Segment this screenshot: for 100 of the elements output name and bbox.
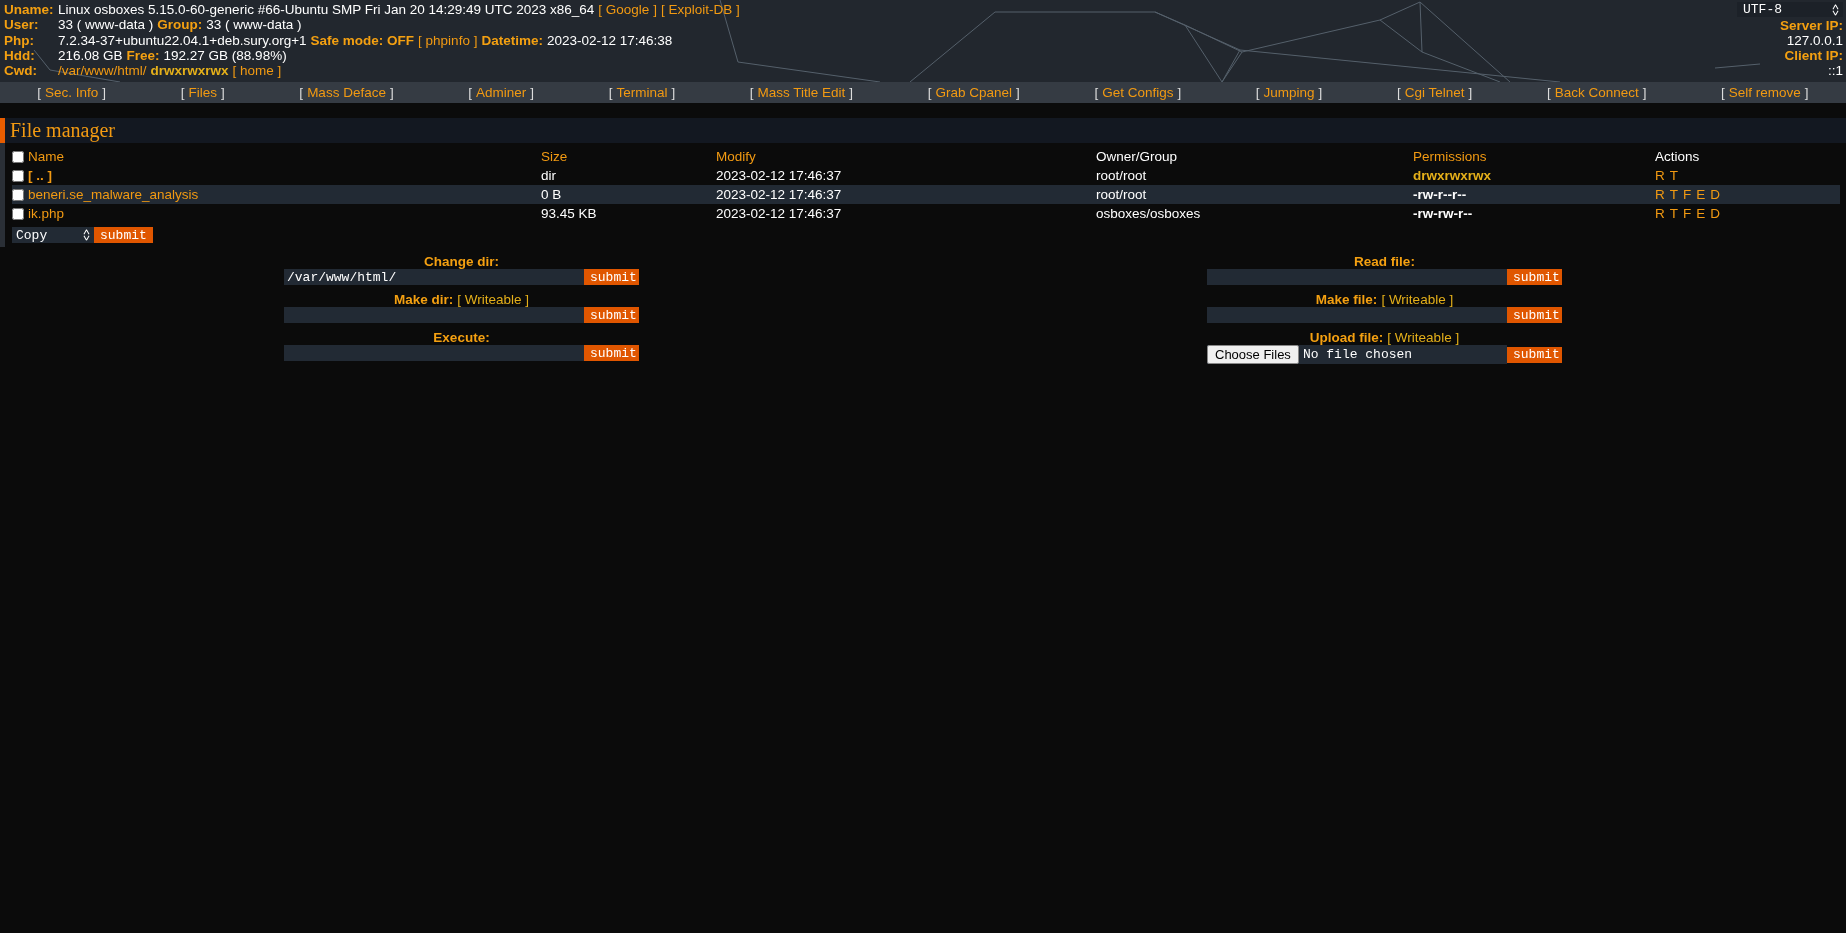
- header-link[interactable]: /var/www/html/: [58, 63, 147, 79]
- bracket-text: ]: [671, 85, 676, 100]
- action-select[interactable]: Copy: [12, 227, 94, 243]
- action-link[interactable]: D: [1710, 206, 1720, 221]
- menu-link[interactable]: Grab Cpanel: [935, 85, 1013, 100]
- submit-button[interactable]: submit: [1507, 307, 1562, 323]
- row-checkbox[interactable]: [12, 169, 24, 182]
- info-label: Php:: [4, 32, 35, 48]
- info-value: 33 ( www-data ): [58, 17, 154, 33]
- menu-link[interactable]: Adminer: [476, 85, 527, 100]
- writeable-link[interactable]: [ Writeable ]: [457, 292, 530, 307]
- file-input[interactable]: Choose Files No file chosen: [1207, 345, 1507, 364]
- column-header[interactable]: Permissions: [1413, 149, 1487, 164]
- menu-link[interactable]: Cgi Telnet: [1404, 85, 1465, 100]
- file-link[interactable]: ik.php: [28, 206, 65, 221]
- action-link[interactable]: R: [1655, 206, 1665, 221]
- header-link[interactable]: [ phpinfo ]: [418, 32, 478, 48]
- form-label: Make file:: [1315, 292, 1378, 307]
- action-link[interactable]: E: [1696, 187, 1706, 202]
- file-row[interactable]: beneri.se_malware_analysis 0 B 2023-02-12 17:46:37 root/root -rw-r--r-- R T F E D: [12, 185, 1840, 204]
- info-value: 216.08 GB: [58, 47, 123, 64]
- info-label: Client IP:: [1784, 48, 1843, 63]
- menu-link[interactable]: Back Connect: [1554, 85, 1639, 100]
- info-value: 33 ( www-data ): [206, 17, 302, 33]
- date-cell: 2023-02-12 17:46:37: [716, 187, 842, 202]
- row-checkbox[interactable]: [12, 188, 24, 201]
- form-label: Change dir:: [424, 254, 499, 269]
- writeable-link[interactable]: [ Writeable ]: [1381, 292, 1454, 307]
- input-field[interactable]: [1207, 307, 1507, 323]
- form-label: Execute:: [433, 330, 490, 345]
- bracket-text: ]: [1016, 85, 1020, 100]
- header-link[interactable]: [ Google ]: [598, 2, 657, 18]
- column-header: Owner/Group: [1096, 149, 1178, 164]
- size-cell: dir: [541, 168, 556, 183]
- info-label: Cwd:: [4, 63, 38, 79]
- info-label: Hdd:: [4, 47, 36, 64]
- column-header[interactable]: Name: [28, 149, 64, 164]
- info-value: 127.0.0.1: [1786, 33, 1843, 48]
- owner-cell: root/root: [1096, 187, 1147, 202]
- input-field[interactable]: [284, 307, 584, 323]
- file-row[interactable]: [ .. ] dir 2023-02-12 17:46:37 root/root drwxrwxrwx R T: [12, 166, 1840, 185]
- bracket-text: ]: [389, 85, 394, 100]
- file-row[interactable]: ik.php 93.45 KB 2023-02-12 17:46:37 osboxes/osboxes -rw-rw-r-- R T F E D: [12, 204, 1840, 223]
- choose-files-button[interactable]: Choose Files: [1207, 345, 1299, 364]
- bracket-text: [: [1721, 85, 1725, 100]
- bracket-text: [: [1396, 85, 1401, 100]
- action-link[interactable]: R: [1655, 168, 1665, 183]
- info-label: Safe mode: OFF: [310, 32, 415, 48]
- submit-button[interactable]: submit: [584, 269, 639, 285]
- submit-button[interactable]: submit: [1507, 346, 1562, 363]
- action-link[interactable]: D: [1710, 187, 1720, 202]
- bracket-text: ]: [1318, 85, 1323, 100]
- parent-dir-link[interactable]: [ .. ]: [28, 168, 52, 183]
- action-link[interactable]: R: [1655, 187, 1665, 202]
- column-header[interactable]: Size: [541, 149, 568, 164]
- header-link[interactable]: [ Exploit-DB ]: [660, 2, 740, 18]
- info-label: Group:: [157, 17, 203, 33]
- action-link[interactable]: F: [1683, 187, 1692, 202]
- submit-button[interactable]: submit: [1507, 269, 1562, 285]
- charset-select[interactable]: UTF-8: [1737, 2, 1843, 17]
- input-field[interactable]: [284, 345, 584, 361]
- menu-link[interactable]: Get Configs: [1102, 85, 1174, 100]
- file-link[interactable]: beneri.se_malware_analysis: [28, 187, 199, 202]
- menu-link[interactable]: Self remove: [1728, 85, 1801, 100]
- header-link[interactable]: [ home ]: [232, 63, 282, 79]
- info-value: 192.27 GB (88.98%): [163, 47, 287, 64]
- menu-link[interactable]: Mass Deface: [307, 85, 386, 100]
- bracket-text: [: [749, 85, 754, 100]
- submit-button[interactable]: submit: [94, 227, 153, 243]
- select-all-checkbox[interactable]: [12, 150, 24, 163]
- info-value: ::1: [1828, 63, 1843, 78]
- menu-link[interactable]: Jumping: [1263, 85, 1315, 100]
- row-checkbox[interactable]: [12, 207, 24, 220]
- bracket-text: [: [1255, 85, 1260, 100]
- submit-button[interactable]: submit: [584, 345, 639, 361]
- permissions-text: drwxrwxrwx: [150, 63, 229, 79]
- menu-link[interactable]: Mass Title Edit: [757, 85, 846, 100]
- updown-caret-icon: [1832, 3, 1839, 16]
- permissions-cell: drwxrwxrwx: [1413, 168, 1492, 183]
- action-link[interactable]: T: [1669, 206, 1678, 221]
- menu-link[interactable]: Terminal: [616, 85, 668, 100]
- bracket-text: ]: [1642, 85, 1647, 100]
- file-status-text: No file chosen: [1301, 347, 1413, 362]
- submit-button[interactable]: submit: [584, 307, 639, 323]
- action-link[interactable]: E: [1696, 206, 1706, 221]
- action-link[interactable]: F: [1683, 206, 1692, 221]
- bracket-text: [: [608, 85, 613, 100]
- input-field[interactable]: [1207, 269, 1507, 285]
- info-value: Linux osboxes 5.15.0-60-generic #66-Ubuntu SMP Fri Jan 20 14:29:49 UTC 2023 x86_64: [58, 2, 595, 18]
- menu-link[interactable]: Sec. Info: [45, 85, 99, 100]
- input-field[interactable]: /var/www/html/: [284, 269, 584, 285]
- action-link[interactable]: T: [1669, 168, 1678, 183]
- permissions-cell: -rw-r--r--: [1413, 187, 1467, 202]
- date-cell: 2023-02-12 17:46:37: [716, 168, 842, 183]
- writeable-link[interactable]: [ Writeable ]: [1387, 330, 1460, 345]
- bracket-text: [: [299, 85, 304, 100]
- bracket-text: [: [1546, 85, 1551, 100]
- action-link[interactable]: T: [1669, 187, 1678, 202]
- menu-link[interactable]: Files: [188, 85, 217, 100]
- column-header[interactable]: Modify: [716, 149, 756, 164]
